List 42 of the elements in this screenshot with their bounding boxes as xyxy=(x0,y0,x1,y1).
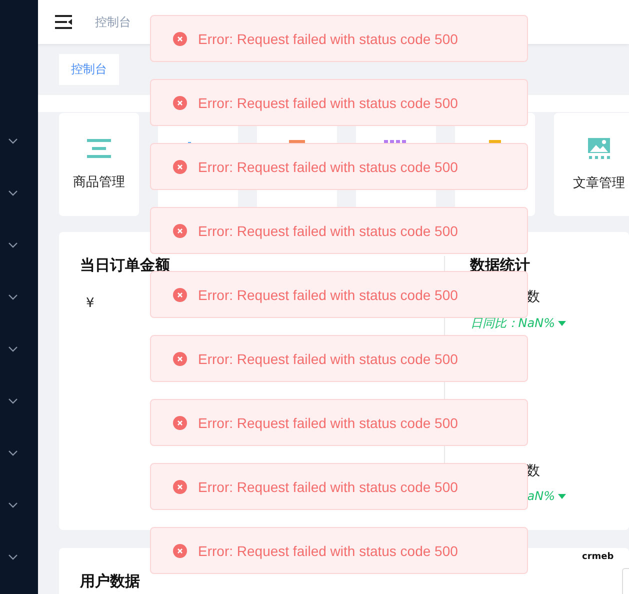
error-icon xyxy=(173,160,187,174)
error-icon xyxy=(173,480,187,494)
amount-text: ¥ xyxy=(86,296,94,311)
error-text: Error: Request failed with status code 500 xyxy=(198,286,458,302)
shortcut-card[interactable]: 文章管理 xyxy=(554,113,629,216)
error-icon xyxy=(173,32,187,46)
chevron-icon[interactable] xyxy=(8,554,18,560)
error-icon xyxy=(173,352,187,366)
shortcut-label: 商品管理 xyxy=(73,174,125,190)
chevron-icon[interactable] xyxy=(8,294,18,300)
chevron-icon[interactable] xyxy=(8,242,18,248)
error-text: Error: Request failed with status code 500 xyxy=(198,222,458,238)
down-triangle-icon xyxy=(558,321,566,326)
down-triangle-icon xyxy=(558,494,566,498)
error-text: Error: Request failed with status code 500 xyxy=(198,350,458,366)
error-icon xyxy=(173,224,187,238)
error-text: Error: Request failed with status code 500 xyxy=(198,30,458,46)
chevron-icon[interactable] xyxy=(8,190,18,196)
error-icon xyxy=(173,544,187,558)
error-text: Error: Request failed with status code 500 xyxy=(198,478,458,494)
error-icon xyxy=(173,96,187,110)
error-text: Error: Request failed with status code 500 xyxy=(198,414,458,430)
error-text: Error: Request failed with status code 500 xyxy=(198,542,458,558)
logo: crmeb xyxy=(582,552,614,562)
comparison-text: aN% xyxy=(527,489,555,503)
breadcrumb: 控制台 xyxy=(95,14,131,30)
chevron-icon[interactable] xyxy=(8,450,18,456)
list-icon xyxy=(87,138,111,158)
error-icon xyxy=(173,288,187,302)
card-title: 用户数据 xyxy=(80,572,140,591)
error-text: Error: Request failed with status code 500 xyxy=(198,94,458,110)
chevron-icon[interactable] xyxy=(8,398,18,404)
error-icon xyxy=(173,416,187,430)
chevron-icon[interactable] xyxy=(8,502,18,508)
image-icon xyxy=(587,138,611,160)
comparison-text: 日同比：NaN% xyxy=(470,315,555,332)
shortcut-card[interactable]: 商品管理 xyxy=(59,113,139,216)
error-text: Error: Request failed with status code 500 xyxy=(198,158,458,174)
shortcut-label: 文章管理 xyxy=(573,174,625,192)
chevron-icon[interactable] xyxy=(8,138,18,144)
menu-icon[interactable] xyxy=(55,15,73,29)
chevron-icon[interactable] xyxy=(8,346,18,352)
